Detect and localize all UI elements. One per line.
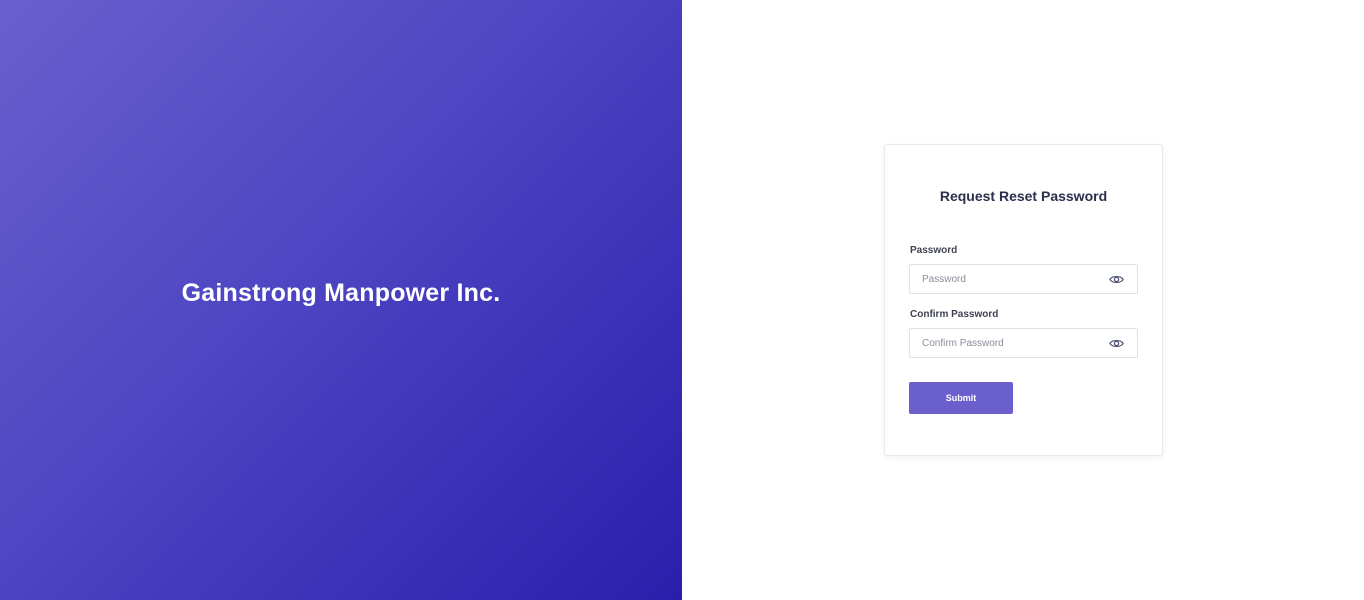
card-title: Request Reset Password [939,188,1108,204]
eye-icon [1108,339,1124,347]
password-input[interactable] [910,265,1137,293]
brand-panel: Gainstrong Manpower Inc. [0,0,682,600]
confirm-password-toggle-button[interactable] [1108,336,1124,350]
confirm-password-input[interactable] [910,329,1137,357]
form-panel: Request Reset Password Password Confirm … [682,0,1364,600]
eye-icon [1108,275,1124,283]
confirm-password-label: Confirm Password [910,309,999,320]
page: Gainstrong Manpower Inc. Request Reset P… [0,0,1364,600]
submit-button[interactable]: Submit [909,382,1013,414]
confirm-password-field-wrapper [909,328,1138,358]
brand-name: Gainstrong Manpower Inc. [181,278,501,307]
password-label: Password [910,245,958,256]
password-field-wrapper [909,264,1138,294]
password-toggle-button[interactable] [1108,272,1124,286]
reset-password-card: Request Reset Password Password Confirm … [884,144,1163,456]
